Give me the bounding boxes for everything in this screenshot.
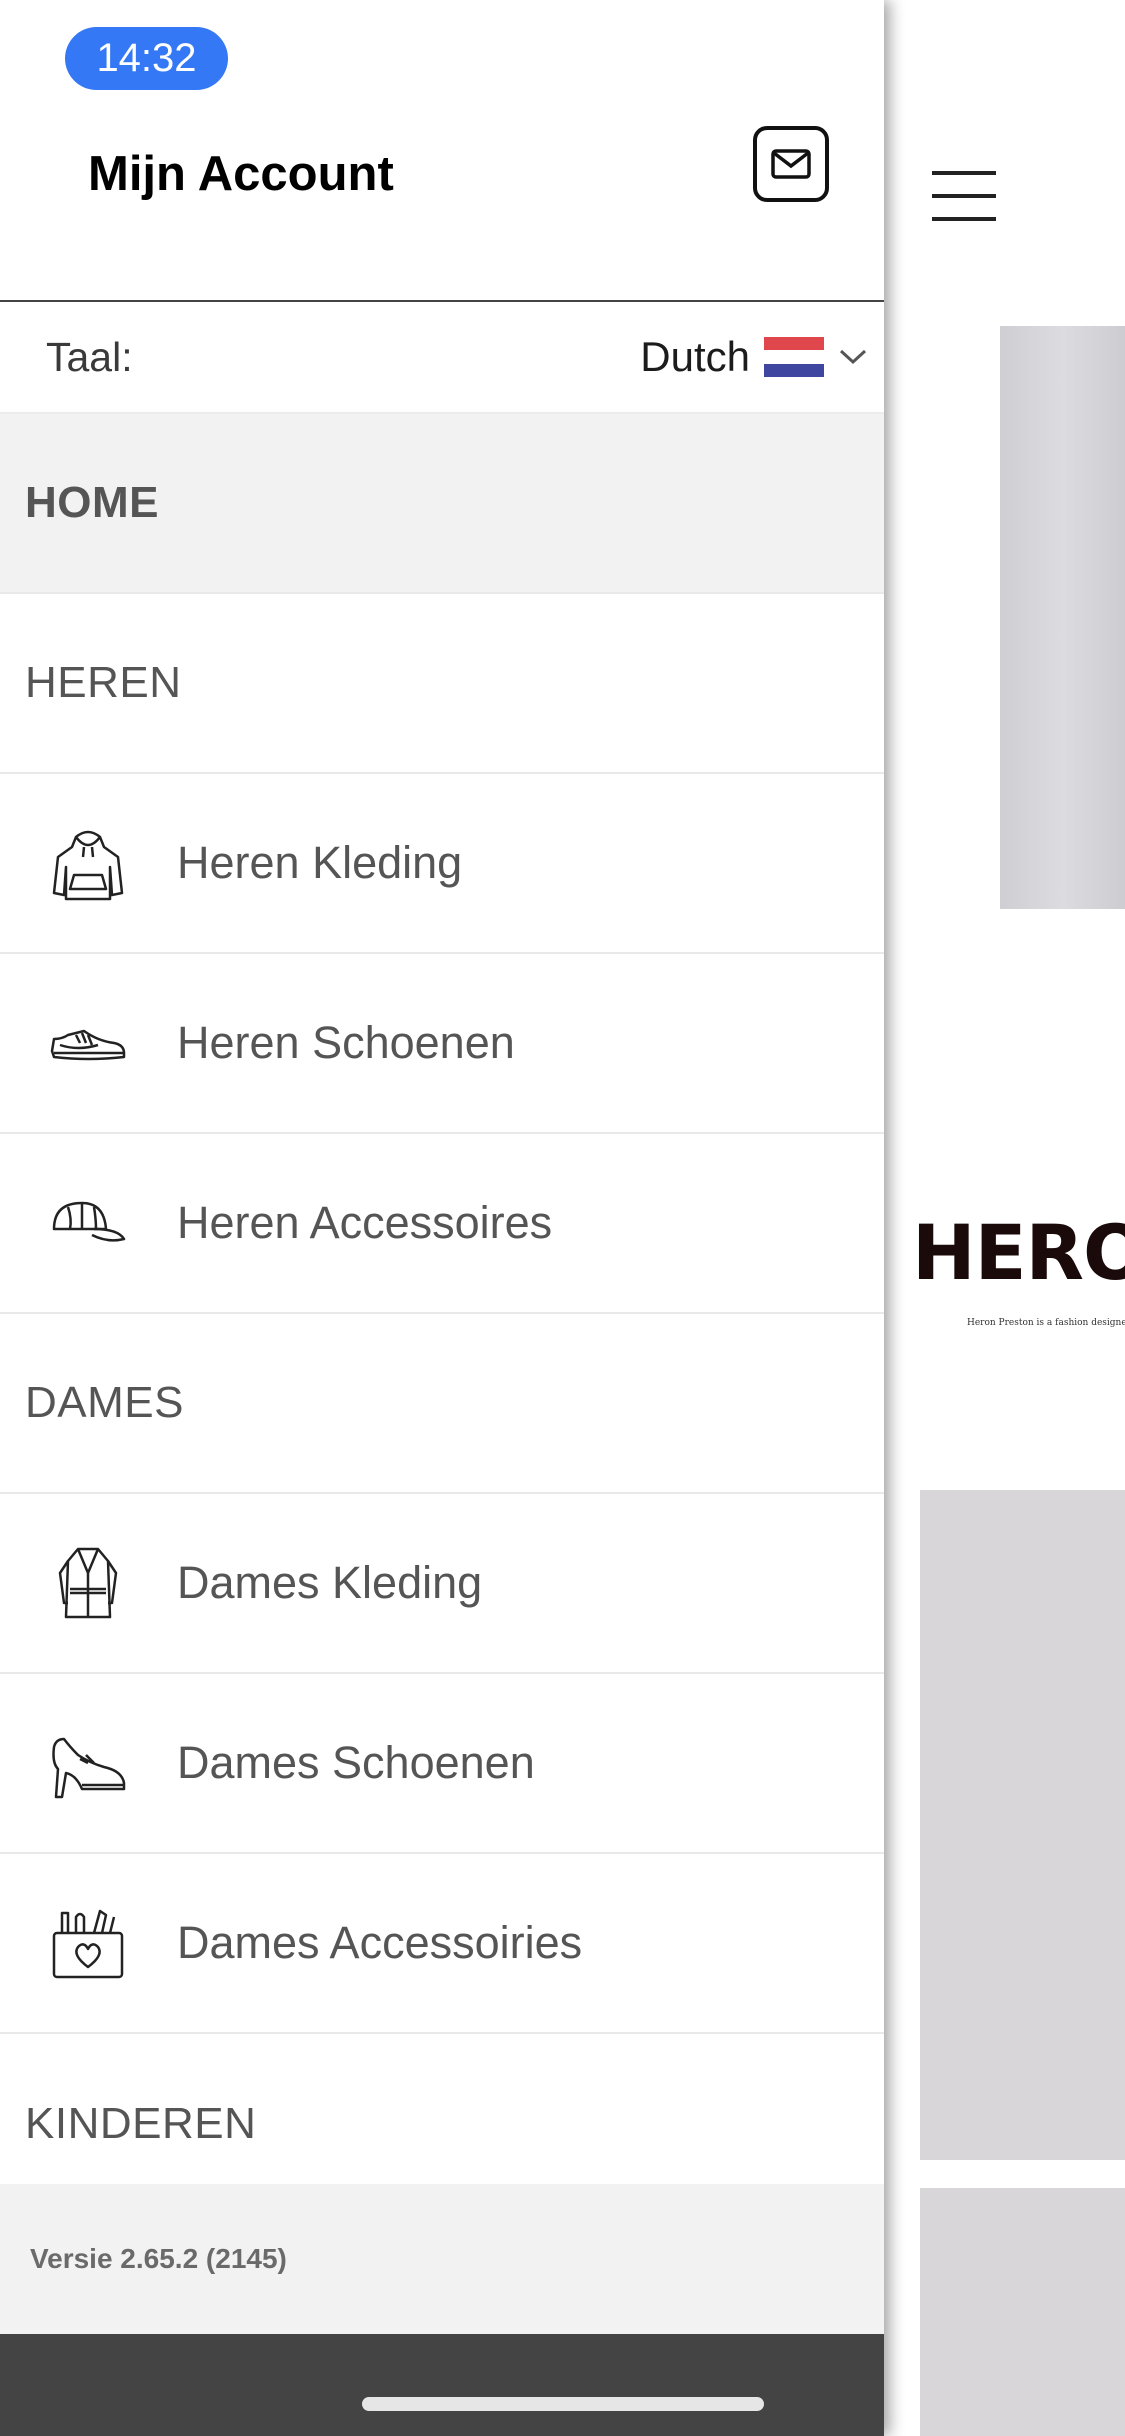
hoodie-icon: [46, 821, 130, 905]
menu-item-label: Dames Accessoiries: [177, 1917, 583, 1968]
menu-item-heren-schoenen[interactable]: Heren Schoenen: [0, 954, 884, 1134]
menu-item-heren-kleding[interactable]: Heren Kleding: [0, 774, 884, 954]
menu-item-label: Dames Schoenen: [177, 1737, 535, 1788]
menu-item-label: HOME: [25, 478, 159, 527]
menu-item-dames-kleding[interactable]: Dames Kleding: [0, 1494, 884, 1674]
mail-button[interactable]: [753, 126, 829, 202]
mail-icon: [771, 149, 811, 179]
drawer-menu: HOME HEREN Heren Kleding Heren Schoenen …: [0, 414, 884, 2214]
menu-item-dames-schoenen[interactable]: Dames Schoenen: [0, 1674, 884, 1854]
drawer-footer: [0, 2334, 884, 2436]
account-title[interactable]: Mijn Account: [88, 146, 394, 202]
menu-item-label: Dames Kleding: [177, 1557, 483, 1608]
cap-icon: [46, 1181, 130, 1265]
high-heel-icon: [46, 1721, 130, 1805]
hamburger-menu-icon[interactable]: [932, 171, 996, 221]
version-text: Versie 2.65.2 (2145): [30, 2243, 287, 2274]
nl-flag-icon: [764, 337, 824, 377]
menu-section-label: KINDEREN: [25, 2099, 257, 2148]
language-row: Taal: Dutch: [0, 302, 884, 414]
language-value: Dutch: [640, 333, 750, 380]
chevron-down-icon: [839, 349, 867, 365]
menu-section-label: DAMES: [25, 1378, 184, 1427]
menu-item-dames-accessoiries[interactable]: Dames Accessoiries: [0, 1854, 884, 2034]
menu-section-label: HEREN: [25, 658, 182, 707]
language-select[interactable]: Dutch: [640, 333, 868, 381]
sneaker-icon: [46, 1001, 130, 1085]
product-tile[interactable]: [920, 1490, 1125, 2160]
brand-tagline: Heron Preston is a fashion designer who: [967, 1318, 1125, 1328]
version-bar: Versie 2.65.2 (2145): [0, 2184, 884, 2334]
home-indicator[interactable]: [362, 2397, 764, 2411]
menu-section-heren[interactable]: HEREN: [0, 594, 884, 774]
menu-item-label: Heren Accessoires: [177, 1197, 553, 1248]
hero-image[interactable]: [1000, 326, 1125, 909]
status-time: 14:32: [65, 27, 228, 90]
product-tile[interactable]: [920, 2188, 1125, 2436]
brand-logo[interactable]: HERO: [912, 1208, 1125, 1297]
menu-section-dames[interactable]: DAMES: [0, 1314, 884, 1494]
menu-item-home[interactable]: HOME: [0, 414, 884, 594]
language-label: Taal:: [46, 333, 133, 380]
menu-item-heren-accessoires[interactable]: Heren Accessoires: [0, 1134, 884, 1314]
menu-item-label: Heren Schoenen: [177, 1017, 515, 1068]
menu-item-label: Heren Kleding: [177, 837, 463, 888]
coat-icon: [46, 1541, 130, 1625]
navigation-drawer: 14:32 Mijn Account Taal: Dutch HOME HERE…: [0, 0, 884, 2436]
makeup-bag-icon: [46, 1901, 130, 1985]
